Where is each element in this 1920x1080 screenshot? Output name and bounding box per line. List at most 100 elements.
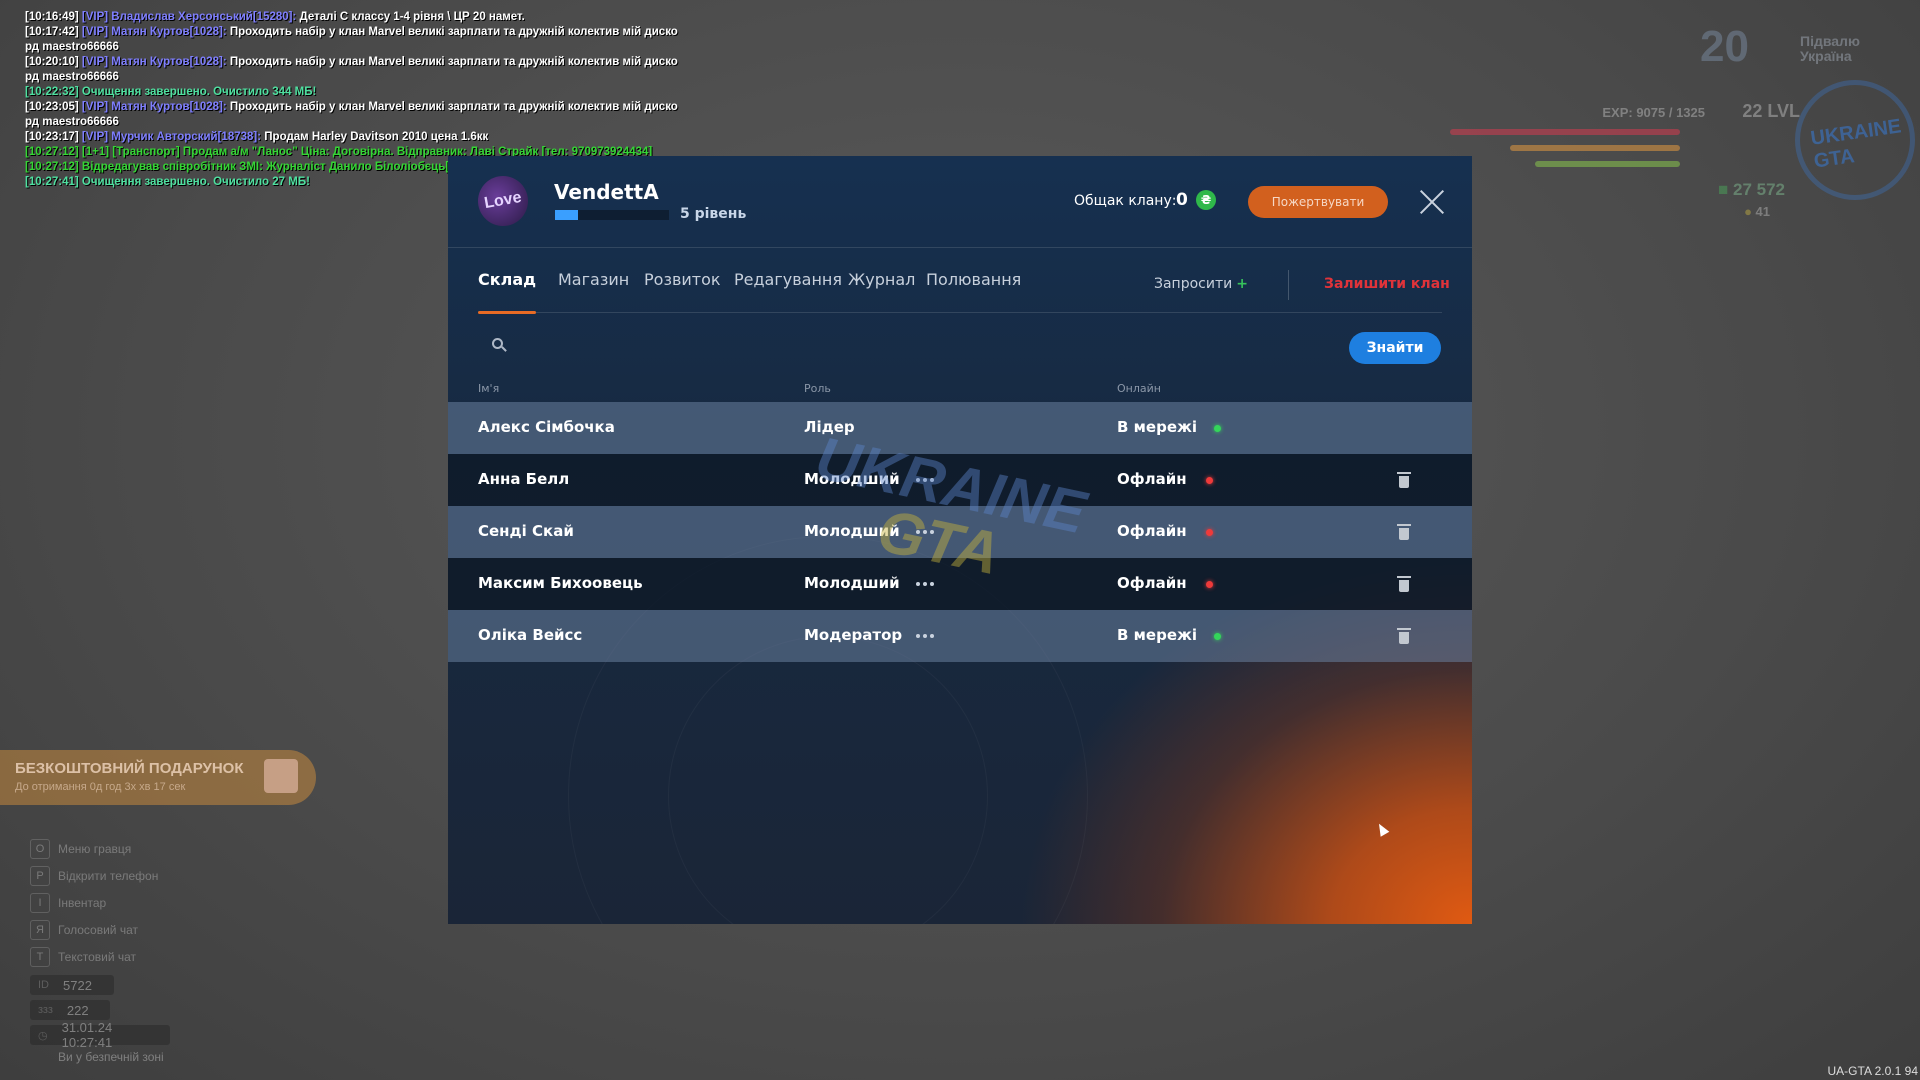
level-text: 22 LVL <box>1742 101 1800 121</box>
key-hint: Я Голосовий чат <box>30 916 158 943</box>
coins-display: ● 41 <box>1744 204 1770 219</box>
plus-icon: + <box>1236 276 1248 292</box>
health-bar <box>1450 129 1680 135</box>
leave-clan-button[interactable]: Залишити клан <box>1324 276 1450 292</box>
key-hints: O Меню гравця P Відкрити телефон I Інвентар Я Г… <box>30 835 158 970</box>
invite-button[interactable]: Запросити + <box>1154 276 1248 292</box>
chat-line: [10:23:17] [VIP] Мурчик Авторский[18738]… <box>25 131 489 143</box>
key-hint-label: Інвентар <box>58 895 107 910</box>
chat-line: [10:23:05] [VIP] Матян Куртов[1028]: Про… <box>25 101 678 113</box>
member-role: Молодший <box>804 574 900 592</box>
member-name: Анна Белл <box>478 470 570 488</box>
member-status: Офлайн <box>1117 522 1187 540</box>
tab-1[interactable]: Магазин <box>558 248 629 313</box>
clan-header: Love VendettA 5 рівень Общак клану: 0 ₴ … <box>448 156 1472 248</box>
exp-text: EXP: 9075 / 1325 <box>1602 105 1705 120</box>
clan-level: 5 рівень <box>680 206 747 222</box>
more-options-icon[interactable] <box>916 582 936 588</box>
member-name: Алекс Сімбочка <box>478 418 615 436</box>
key-hint-label: Меню гравця <box>58 841 132 856</box>
chat-line: рд maestro66666 <box>25 41 119 53</box>
armor-bar <box>1510 145 1680 151</box>
tab-0[interactable]: Склад <box>478 248 537 314</box>
chat-line: рд maestro66666 <box>25 116 119 128</box>
member-name: Сенді Скай <box>478 522 574 540</box>
free-gift-banner[interactable]: БЕЗКОШТОВНИЙ ПОДАРУНОК До отримання 0д г… <box>0 750 316 805</box>
clan-level-progress-fill <box>555 210 578 220</box>
donate-button[interactable]: Пожертвувати <box>1248 186 1388 218</box>
column-header-name: Ім'я <box>478 382 500 395</box>
server-logo-text: Підвалю Україна <box>1800 33 1860 64</box>
clan-level-progress <box>555 210 669 220</box>
tab-5[interactable]: Полювання <box>926 248 1021 313</box>
gift-icon <box>264 759 298 793</box>
version-text: UA-GTA 2.0.1 94 <box>1827 1064 1919 1078</box>
member-status: В мережі <box>1117 418 1198 436</box>
trash-icon[interactable] <box>1397 576 1411 592</box>
trash-icon[interactable] <box>1397 472 1411 488</box>
status-indicator-icon <box>1206 529 1213 536</box>
gift-subtitle: До отримання 0д год 3х хв 17 сек <box>15 781 186 793</box>
server-logo-number: 20 <box>1700 22 1749 71</box>
member-status: В мережі <box>1117 626 1198 644</box>
hryvnia-icon: ₴ <box>1196 190 1216 210</box>
key-hint: T Текстовий чат <box>30 943 158 970</box>
chat-line: рд maestro66666 <box>25 71 119 83</box>
safe-zone-text: Ви у безпечній зоні <box>58 1050 164 1064</box>
clan-logo: Love <box>474 172 532 230</box>
stamina-bar <box>1535 161 1680 167</box>
chat-line: [10:16:49] [VIP] Владислав Херсонський[1… <box>25 11 525 23</box>
money-display: ■ 27 572 <box>1718 180 1785 199</box>
coin-icon: ● <box>1744 204 1756 219</box>
clan-name: VendettA <box>554 180 659 204</box>
status-indicator-icon <box>1214 633 1221 640</box>
status-indicator-icon <box>1206 477 1213 484</box>
chat-line: [10:22:32] Очищення завершено. Очистило … <box>25 86 317 98</box>
key-hint-label: Відкрити телефон <box>58 868 159 883</box>
tab-4[interactable]: Журнал <box>848 248 915 313</box>
column-header-online: Онлайн <box>1117 382 1161 395</box>
clan-bank-label: Общак клану: <box>1074 193 1177 209</box>
datetime-pill: ◷ 31.01.24 10:27:41 <box>30 1020 170 1050</box>
clock-icon: ◷ <box>38 1029 48 1042</box>
member-name: Максим Бихоовець <box>478 574 643 592</box>
status-indicator-icon <box>1206 581 1213 588</box>
search-icon <box>492 338 507 352</box>
key-hint: P Відкрити телефон <box>30 862 158 889</box>
key-badge: O <box>30 838 50 859</box>
tab-2[interactable]: Розвиток <box>644 248 721 313</box>
money-icon: ■ <box>1718 180 1733 199</box>
key-hint-label: Голосовий чат <box>58 922 138 937</box>
close-icon[interactable] <box>1418 188 1446 216</box>
tab-3[interactable]: Редагування <box>734 248 842 313</box>
key-hint-label: Текстовий чат <box>58 949 137 964</box>
table-row[interactable]: Оліка Вейсс Модератор В мережі <box>448 610 1472 662</box>
more-options-icon[interactable] <box>916 634 936 640</box>
trash-icon[interactable] <box>1397 628 1411 644</box>
find-button[interactable]: Знайти <box>1349 332 1441 364</box>
table-row[interactable]: Алекс Сімбочка Лідер В мережі <box>448 402 1472 454</box>
chat-line: [10:20:10] [VIP] Матян Куртов[1028]: Про… <box>25 56 678 68</box>
clan-bank-value: 0 <box>1176 190 1188 210</box>
id-pill: ID 5722 <box>30 975 114 995</box>
server-logo: 20 Підвалю Україна <box>1700 22 1890 72</box>
member-status: Офлайн <box>1117 574 1187 592</box>
key-hint: I Інвентар <box>30 889 158 916</box>
player-info: ID 5722 ззз 222 ◷ 31.01.24 10:27:41 Ви у бе… <box>30 975 170 1064</box>
status-indicator-icon <box>1214 425 1221 432</box>
key-badge: I <box>30 892 50 913</box>
online-pill: ззз 222 <box>30 1000 110 1020</box>
chat-line: [10:17:42] [VIP] Матян Куртов[1028]: Про… <box>25 26 678 38</box>
member-role: Модератор <box>804 626 903 644</box>
column-header-role: Роль <box>804 382 831 395</box>
member-name: Оліка Вейсс <box>478 626 583 644</box>
key-badge: Я <box>30 919 50 940</box>
member-search-input[interactable] <box>518 331 1168 359</box>
minimap-logo: UKRAINE GTA <box>1795 80 1915 200</box>
gift-title: БЕЗКОШТОВНИЙ ПОДАРУНОК <box>15 760 244 777</box>
key-badge: P <box>30 865 50 886</box>
trash-icon[interactable] <box>1397 524 1411 540</box>
clan-tabs: Склад Магазин Розвиток Редагування Журнал Пол… <box>478 248 1442 314</box>
member-status: Офлайн <box>1117 470 1187 488</box>
circle-logo-text: UKRAINE GTA <box>1809 115 1903 173</box>
